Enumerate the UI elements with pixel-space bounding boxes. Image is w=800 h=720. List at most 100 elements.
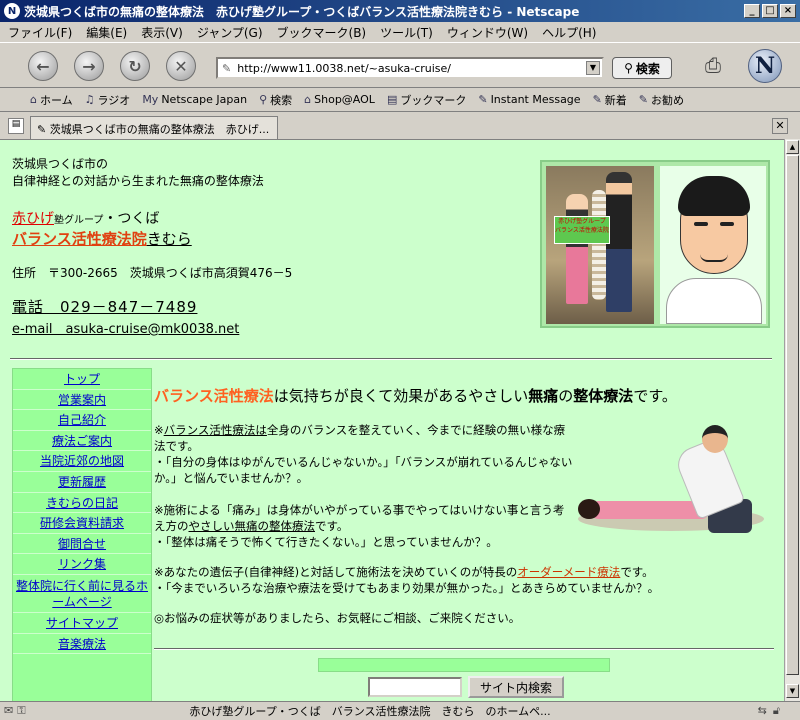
back-arrow-icon: ← xyxy=(36,56,50,76)
mail-icon[interactable]: ✉ xyxy=(4,704,13,718)
nav-links[interactable]: リンク集 xyxy=(13,554,151,575)
caricature-hair xyxy=(678,176,750,216)
toolbar-instant-message[interactable]: ✎ Instant Message xyxy=(478,93,580,106)
tab-current[interactable]: ✎ 茨城県つくば市の無痛の整体療法 赤ひげ... xyxy=(30,116,278,139)
brand-line: 赤ひげ塾グループ・つくば xyxy=(12,208,159,228)
site-search-button[interactable]: サイト内検索 xyxy=(468,676,565,698)
home-icon: ⌂ xyxy=(30,93,37,106)
page-headline: バランス活性療法は気持ちが良くて効果があるやさしい無痛の整体療法です。 xyxy=(154,385,677,406)
vertical-scrollbar[interactable]: ▲ ▼ xyxy=(784,139,800,701)
photo-skeleton-model xyxy=(592,190,606,300)
status-text: 赤ひげ塾グループ・つくば バランス活性療法院 きむら のホームペ... xyxy=(189,705,551,718)
scroll-down-arrow[interactable]: ▼ xyxy=(786,684,799,698)
nav-business-info[interactable]: 営業案内 xyxy=(13,390,151,411)
title-bar: N 茨城県つくば市の無痛の整体療法 赤ひげ塾グループ・つくばバランス活性療法院き… xyxy=(0,0,800,22)
toolbar-netscape-japan[interactable]: My Netscape Japan xyxy=(142,93,247,106)
close-tab-button[interactable]: ✕ xyxy=(772,118,788,134)
menu-bookmarks[interactable]: ブックマーク(B) xyxy=(277,24,367,41)
scrollbar-thumb[interactable] xyxy=(786,155,799,675)
reload-button[interactable]: ↻ xyxy=(120,51,150,81)
navigation-toolbar: ← → ↻ ✕ ✎ http://www11.0038.net/~asuka-c… xyxy=(0,42,800,88)
toolbar-recommend[interactable]: ✎ お勧め xyxy=(639,92,684,108)
toolbar-home-label: ホーム xyxy=(39,93,73,107)
clinic-phone[interactable]: 電話 029－847－7489 xyxy=(12,296,197,317)
p2-link[interactable]: やさしい無痛の整体療法 xyxy=(189,519,316,533)
close-button[interactable]: × xyxy=(780,4,796,18)
stop-button[interactable]: ✕ xyxy=(166,51,196,81)
nav-top[interactable]: トップ xyxy=(13,369,151,390)
paragraph-4: ◎お悩みの症状等がありましたら、お気軽にご相談、ご来院ください。 xyxy=(154,611,521,625)
p3-end: です。 xyxy=(620,565,654,579)
menu-help[interactable]: ヘルプ(H) xyxy=(542,24,596,41)
url-text: http://www11.0038.net/~asuka-cruise/ xyxy=(237,61,451,75)
nav-before-visit[interactable]: 整体院に行く前に見るホームページ xyxy=(13,575,151,613)
menu-go[interactable]: ジャンプ(G) xyxy=(197,24,263,41)
close-icon: ✕ xyxy=(775,119,785,132)
scroll-up-arrow[interactable]: ▲ xyxy=(786,140,799,154)
print-button[interactable]: ⎙ xyxy=(696,53,730,79)
toolbar-search[interactable]: ⚲ 検索 xyxy=(259,92,292,108)
menu-file[interactable]: ファイル(F) xyxy=(8,24,72,41)
p1-prefix: ※ xyxy=(154,423,164,437)
headline-therapy-name: バランス活性療法 xyxy=(154,387,274,405)
security-icon[interactable]: ⚿ xyxy=(17,704,25,718)
minimize-button[interactable]: _ xyxy=(744,4,760,18)
pen-icon: ✎ xyxy=(592,93,602,106)
green-bar xyxy=(318,658,610,672)
nav-update-history[interactable]: 更新履歴 xyxy=(13,472,151,493)
treatment-photo xyxy=(572,415,768,545)
status-right-icons: ⇆ 🔓︎ xyxy=(758,704,780,718)
netscape-app-icon: N xyxy=(4,3,20,19)
brand-tsukuba: ・つくば xyxy=(103,211,160,227)
paragraph-2: ※施術による「痛み」は身体がいやがっている事でやってはいけない事と言う考え方のや… xyxy=(154,502,574,550)
paragraph-3: ※あなたの遺伝子(自律神経)と対話して施術法を決めていくのが特長のオーダーメード… xyxy=(154,564,774,596)
sidebar-toggle-icon[interactable]: ▤ xyxy=(8,118,24,134)
menu-view[interactable]: 表示(V) xyxy=(141,24,183,41)
brand-akahige-link[interactable]: 赤ひげ xyxy=(12,211,54,227)
nav-contact[interactable]: 御問合せ xyxy=(13,534,151,555)
back-button[interactable]: ← xyxy=(28,51,58,81)
status-left-icons: ✉ ⚿ xyxy=(0,704,60,718)
nav-seminar-request[interactable]: 研修会資料請求 xyxy=(13,513,151,534)
intro-line-1: 茨城県つくば市の xyxy=(12,157,109,171)
toolbar-home[interactable]: ⌂ ホーム xyxy=(30,92,73,108)
treatment-photo-patient-head xyxy=(578,499,600,519)
url-bar[interactable]: ✎ http://www11.0038.net/~asuka-cruise/ ▼ xyxy=(216,57,604,79)
my-netscape-icon: My xyxy=(142,93,159,106)
nav-diary[interactable]: きむらの日記 xyxy=(13,493,151,514)
menu-tools[interactable]: ツール(T) xyxy=(380,24,433,41)
lock-icon[interactable]: 🔓︎ xyxy=(773,704,780,718)
maximize-button[interactable]: □ xyxy=(762,4,778,18)
nav-sitemap[interactable]: サイトマップ xyxy=(13,613,151,634)
search-button[interactable]: ⚲ 検索 xyxy=(612,57,672,79)
nav-therapy-info[interactable]: 療法ご案内 xyxy=(13,431,151,452)
menu-edit[interactable]: 編集(E) xyxy=(86,24,127,41)
site-search-input[interactable] xyxy=(368,677,462,697)
nav-profile[interactable]: 自己紹介 xyxy=(13,410,151,431)
forward-arrow-icon: → xyxy=(82,56,96,76)
connection-icon[interactable]: ⇆ xyxy=(758,704,767,718)
clinic-name-link[interactable]: バランス活性療法院 xyxy=(12,230,147,248)
intro-block: 茨城県つくば市の 自律神経との対話から生まれた無痛の整体療法 xyxy=(12,156,264,190)
p3-link[interactable]: オーダーメード療法 xyxy=(517,565,620,579)
netscape-logo[interactable]: N xyxy=(748,49,782,83)
url-dropdown-button[interactable]: ▼ xyxy=(586,61,600,75)
p1-line2: ・「自分の身体はゆがんでいるんじゃないか。」「バランスが崩れているんじゃないか。… xyxy=(154,455,573,485)
search-button-label: 検索 xyxy=(635,61,660,76)
toolbar-radio[interactable]: ♫ ラジオ xyxy=(85,92,131,108)
sidebar-navigation: トップ 営業案内 自己紹介 療法ご案内 当院近郊の地図 更新履歴 きむらの日記 … xyxy=(12,368,152,701)
menu-window[interactable]: ウィンドウ(W) xyxy=(447,24,528,41)
toolbar-shop-aol[interactable]: ⌂ Shop@AOL xyxy=(304,93,375,106)
family-photo: 赤ひげ塾グループ バランス活性療法院 xyxy=(546,166,654,324)
nav-music-therapy[interactable]: 音楽療法 xyxy=(13,634,151,655)
clinic-email-link[interactable]: e-mail asuka-cruise@mk0038.net xyxy=(12,318,239,337)
toolbar-bookmarks[interactable]: ▤ ブックマーク xyxy=(387,92,466,108)
toolbar-new[interactable]: ✎ 新着 xyxy=(593,92,627,108)
brand-group: 塾グループ xyxy=(54,215,104,226)
paragraph-1: ※バランス活性療法は全身のバランスを整えていく、今までに経験の無い様な療法です。… xyxy=(154,422,574,486)
p1-link[interactable]: バランス活性療法は xyxy=(164,423,267,437)
forward-button[interactable]: → xyxy=(74,51,104,81)
nav-map[interactable]: 当院近郊の地図 xyxy=(13,451,151,472)
toolbar-radio-label: ラジオ xyxy=(97,93,131,107)
toolbar-netscape-japan-label: Netscape Japan xyxy=(161,93,248,106)
